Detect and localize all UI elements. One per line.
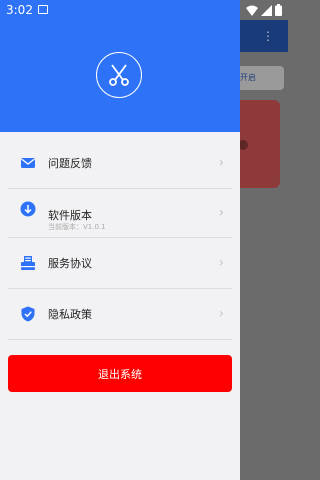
battery-icon bbox=[275, 4, 282, 16]
scissors-icon bbox=[96, 52, 142, 98]
notification-icon bbox=[38, 5, 48, 14]
logout-button[interactable]: 退出系统 bbox=[8, 355, 232, 392]
chevron-right-icon: › bbox=[218, 255, 224, 271]
menu-item-privacy-policy[interactable]: 隐私政策 › bbox=[8, 289, 232, 340]
wifi-icon bbox=[246, 5, 258, 16]
menu-item-version[interactable]: 软件版本 当前版本：V1.0.1 › bbox=[8, 189, 232, 238]
status-time: 3:02 bbox=[6, 3, 33, 17]
status-bar: 3:02 bbox=[0, 0, 288, 20]
more-options-icon: ⋮ bbox=[262, 29, 274, 43]
signal-icon bbox=[261, 4, 272, 16]
menu-item-service-agreement[interactable]: 服务协议 › bbox=[8, 238, 232, 289]
menu-item-label: 问题反馈 bbox=[48, 157, 92, 170]
version-subtitle: 当前版本：V1.0.1 bbox=[48, 223, 106, 231]
inbox-icon bbox=[21, 256, 35, 270]
chevron-right-icon: › bbox=[218, 155, 224, 171]
drawer-menu: 问题反馈 › 软件版本 当前版本：V1.0.1 › 服务协议 › 隐私政策 › bbox=[0, 138, 240, 340]
menu-item-label: 隐私政策 bbox=[48, 308, 92, 321]
shield-check-icon bbox=[21, 306, 35, 322]
chevron-right-icon: › bbox=[218, 205, 224, 221]
navigation-drawer: 问题反馈 › 软件版本 当前版本：V1.0.1 › 服务协议 › 隐私政策 › … bbox=[0, 0, 240, 480]
status-icons bbox=[246, 4, 282, 16]
download-icon bbox=[20, 201, 36, 217]
chevron-right-icon: › bbox=[218, 306, 224, 322]
mail-icon bbox=[21, 158, 35, 168]
menu-item-label: 服务协议 bbox=[48, 257, 92, 270]
menu-item-label: 软件版本 bbox=[48, 209, 92, 222]
menu-item-feedback[interactable]: 问题反馈 › bbox=[8, 138, 232, 189]
